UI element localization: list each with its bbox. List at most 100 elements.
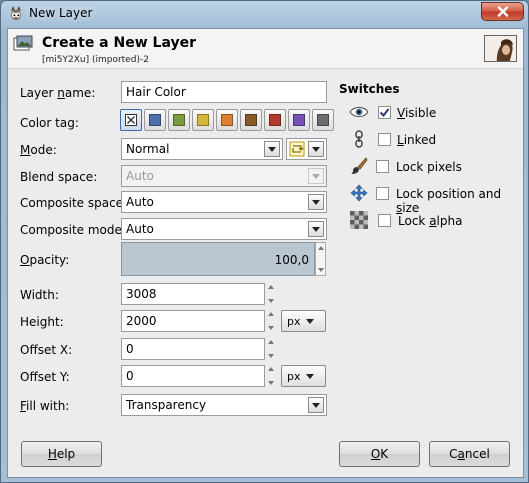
fill-with-value: Transparency <box>126 398 207 412</box>
height-value: 2000 <box>126 314 157 328</box>
orange-chip <box>221 114 233 126</box>
composite-space-label: Composite space: <box>20 196 128 210</box>
width-input[interactable]: 3008 <box>121 283 265 305</box>
mode-value: Normal <box>126 142 170 156</box>
eye-icon <box>348 102 370 122</box>
spin-up-icon <box>268 340 274 344</box>
close-button[interactable] <box>481 2 524 21</box>
width-value: 3008 <box>126 287 157 301</box>
offset-x-input[interactable]: 0 <box>121 338 265 360</box>
offset-x-label: Offset X: <box>20 343 73 357</box>
gray-chip <box>317 114 329 126</box>
offset-unit-value: px <box>287 369 301 383</box>
color-tag-brown[interactable] <box>240 109 262 131</box>
mode-select[interactable]: Normal <box>121 138 283 160</box>
chain-link-icon <box>348 129 370 149</box>
swap-mode-icon <box>289 141 305 157</box>
offset-y-value: 0 <box>126 369 134 383</box>
switches-heading: Switches <box>339 82 400 96</box>
fill-with-label: Fill with: <box>20 399 70 413</box>
color-tag-yellow[interactable] <box>192 109 214 131</box>
offset-y-input[interactable]: 0 <box>121 365 265 387</box>
title-bar[interactable]: New Layer <box>1 1 529 28</box>
offset-y-label: Offset Y: <box>20 370 70 384</box>
color-tag-blue[interactable] <box>144 109 166 131</box>
paintbrush-icon <box>348 156 370 176</box>
mode-switch-select[interactable] <box>286 138 327 160</box>
opacity-slider[interactable]: 100,0 <box>121 242 315 276</box>
size-unit-select[interactable]: px <box>281 310 326 332</box>
visible-label: Visible <box>397 106 437 120</box>
height-spinner[interactable] <box>266 310 276 332</box>
width-spinner[interactable] <box>266 283 276 305</box>
blend-space-select[interactable]: Auto <box>121 165 327 187</box>
cancel-button[interactable]: Cancel <box>429 441 510 467</box>
chevron-down-icon <box>308 194 324 210</box>
layer-name-input[interactable]: Hair Color <box>121 81 327 103</box>
checkerboard-icon <box>348 210 370 230</box>
composite-space-select[interactable]: Auto <box>121 191 327 213</box>
color-tag-red[interactable] <box>264 109 286 131</box>
color-tag-violet[interactable] <box>288 109 310 131</box>
color-tag-selector <box>120 109 334 131</box>
color-tag-gray[interactable] <box>312 109 334 131</box>
lock-alpha-checkbox[interactable] <box>378 214 391 227</box>
opacity-spinner[interactable] <box>315 242 326 276</box>
ok-button[interactable]: OK <box>339 441 420 467</box>
color-tag-label: Color tag: <box>20 116 79 130</box>
blend-space-value: Auto <box>126 169 154 183</box>
linked-label: Linked <box>397 133 437 147</box>
lock-position-checkbox[interactable] <box>376 187 389 200</box>
linked-checkbox[interactable] <box>378 133 391 146</box>
layer-name-value: Hair Color <box>126 85 186 99</box>
window-title: New Layer <box>29 6 93 20</box>
red-chip <box>269 114 281 126</box>
help-button[interactable]: Help <box>21 441 102 467</box>
spin-down-icon <box>268 299 274 303</box>
opacity-value: 100,0 <box>274 253 309 267</box>
help-button-label: Help <box>47 447 76 461</box>
visible-checkbox[interactable] <box>378 106 391 119</box>
image-subtitle: [mi5Y2Xu] (imported)-2 <box>42 55 149 65</box>
close-icon <box>497 6 508 17</box>
dialog-client: Create a New Layer [mi5Y2Xu] (imported)-… <box>7 28 524 478</box>
spin-down-icon <box>268 354 274 358</box>
composite-mode-select[interactable]: Auto <box>121 218 327 240</box>
chevron-down-icon <box>264 141 280 157</box>
no-color-icon <box>125 114 137 126</box>
offset-x-spinner[interactable] <box>266 338 276 360</box>
mode-label: Mode: <box>20 143 57 157</box>
ok-button-label: OK <box>370 447 389 461</box>
fill-with-select[interactable]: Transparency <box>121 394 327 416</box>
blend-space-label: Blend space: <box>20 170 98 184</box>
color-tag-green[interactable] <box>168 109 190 131</box>
checkmark-icon <box>379 108 390 118</box>
image-thumbnail <box>484 35 517 62</box>
lock-pixels-checkbox[interactable] <box>376 160 389 173</box>
gimp-wilber-icon <box>11 6 21 20</box>
spin-up-icon <box>268 285 274 289</box>
violet-chip <box>293 114 305 126</box>
layer-name-label: Layer name: <box>20 86 96 100</box>
color-tag-orange[interactable] <box>216 109 238 131</box>
color-tag-none[interactable] <box>120 109 142 131</box>
offset-unit-select[interactable]: px <box>281 365 326 387</box>
size-unit-value: px <box>287 314 301 328</box>
height-input[interactable]: 2000 <box>121 310 265 332</box>
composite-mode-label: Composite mode: <box>20 223 126 237</box>
width-label: Width: <box>20 288 59 302</box>
cancel-button-label: Cancel <box>449 447 490 461</box>
green-chip <box>173 114 185 126</box>
dialog-window: New Layer Create a New Layer [mi5Y2Xu] (… <box>0 0 529 483</box>
lock-position-label: Lock position and size <box>396 187 502 215</box>
composite-mode-value: Auto <box>126 222 154 236</box>
yellow-chip <box>197 114 209 126</box>
chevron-down-icon <box>308 141 324 157</box>
blue-chip <box>149 114 161 126</box>
lock-pixels-label: Lock pixels <box>396 160 462 174</box>
new-layer-icon <box>13 35 33 51</box>
chevron-down-icon <box>305 373 314 379</box>
page-title: Create a New Layer <box>42 35 196 51</box>
offset-y-spinner[interactable] <box>266 365 276 387</box>
height-label: Height: <box>20 315 64 329</box>
